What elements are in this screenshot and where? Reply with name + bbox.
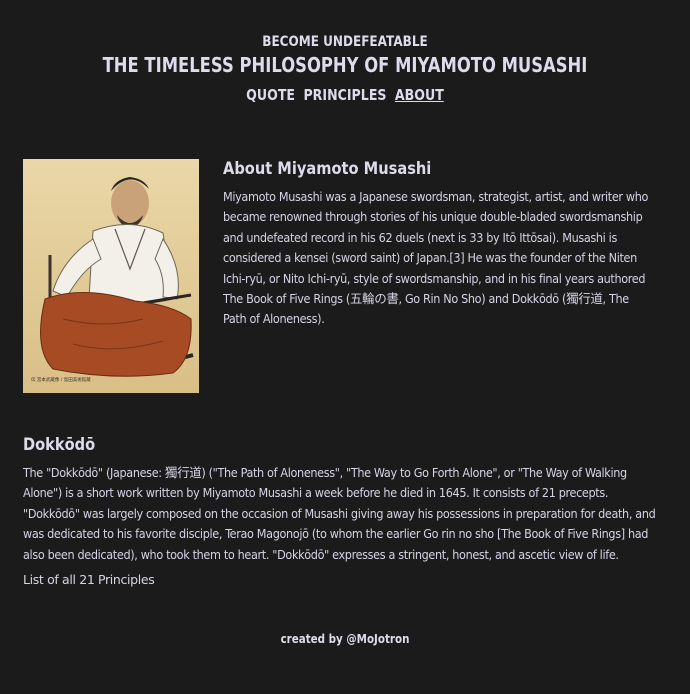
main-nav: QUOTE PRINCIPLES ABOUT [55, 86, 635, 104]
about-section: About Miyamoto Musashi Miyamoto Musashi … [223, 157, 653, 330]
dokkodo-body: The "Dokkōdō" (Japanese: 獨行道) ("The Path… [23, 465, 656, 562]
musashi-portrait: 伝 宮本武蔵像 / 島田美術館蔵 [23, 159, 199, 393]
about-body: Miyamoto Musashi was a Japanese swordsma… [223, 189, 649, 327]
nav-about[interactable]: ABOUT [395, 86, 444, 104]
about-heading: About Miyamoto Musashi [223, 159, 432, 179]
nav-quote[interactable]: QUOTE [246, 86, 295, 104]
musashi-portrait-illustration: 伝 宮本武蔵像 / 島田美術館蔵 [23, 159, 199, 393]
nav-principles[interactable]: PRINCIPLES [303, 86, 386, 104]
footer-credit: created by @MoJotron [280, 632, 410, 646]
page-header: BECOME UNDEFEATABLE THE TIMELESS PHILOSO… [0, 32, 690, 104]
tagline: BECOME UNDEFEATABLE [262, 34, 428, 50]
portrait-caption: 伝 宮本武蔵像 / 島田美術館蔵 [31, 376, 91, 383]
dokkodo-heading: Dokkōdō [23, 435, 96, 455]
dokkodo-section: Dokkōdō The "Dokkōdō" (Japanese: 獨行道) ("… [23, 433, 663, 587]
principles-list-link[interactable]: List of all 21 Principles [23, 572, 663, 587]
site-title: THE TIMELESS PHILOSOPHY OF MIYAMOTO MUSA… [102, 53, 588, 77]
